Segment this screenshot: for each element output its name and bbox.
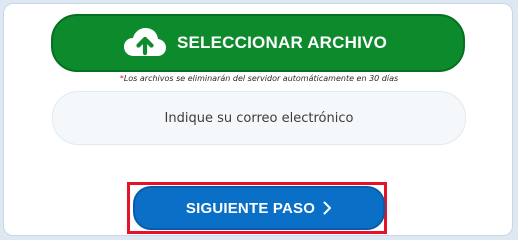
select-file-button[interactable]: SELECCIONAR ARCHIVO [51,14,465,72]
retention-notice: *Los archivos se eliminarán del servidor… [0,74,518,83]
select-file-label: SELECCIONAR ARCHIVO [176,33,388,52]
chevron-right-icon [323,201,332,215]
cloud-upload-icon [123,28,166,56]
next-step-button[interactable]: SIGUIENTE PASO [133,186,385,230]
next-step-label: SIGUIENTE PASO [185,199,316,217]
email-field[interactable] [52,91,466,145]
notice-text: Los archivos se eliminarán del servidor … [123,74,399,83]
